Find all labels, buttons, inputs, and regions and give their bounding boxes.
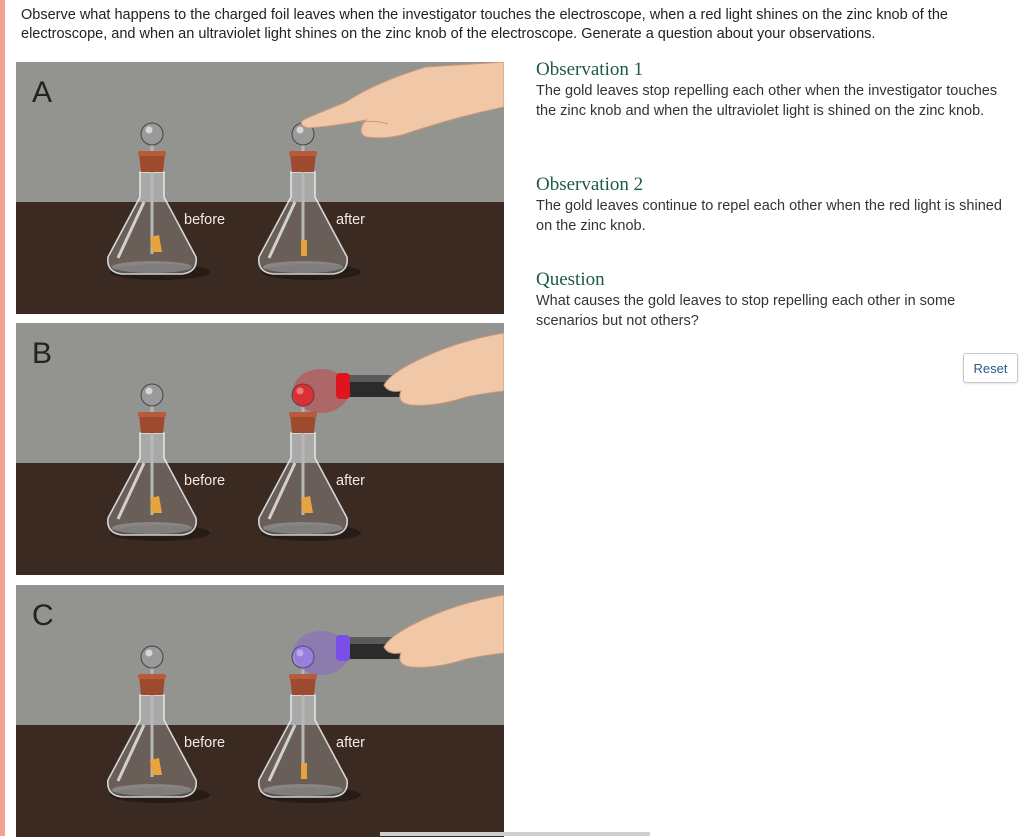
reset-button[interactable]: Reset	[963, 353, 1018, 383]
zinc-knob	[140, 383, 164, 407]
knob-highlight	[296, 126, 304, 134]
flask-base	[263, 784, 343, 796]
before-label: before	[184, 735, 226, 751]
gold-leaf-closed	[301, 240, 307, 256]
flask-base	[112, 522, 192, 534]
panel-letter: A	[32, 76, 53, 109]
question-block: Question What causes the gold leaves to …	[536, 269, 1016, 331]
after-label: after	[336, 473, 366, 489]
after-label: after	[336, 735, 366, 751]
flask-base	[112, 784, 192, 796]
question-text: What causes the gold leaves to stop repe…	[536, 293, 956, 329]
after-label: after	[336, 212, 366, 228]
scenario-illustration-a	[16, 62, 504, 314]
knob-highlight	[145, 387, 153, 395]
flask-base	[112, 261, 192, 273]
panel-letter: B	[32, 337, 53, 370]
before-label: before	[184, 212, 226, 228]
stopper-rim	[289, 151, 317, 156]
stopper-rim	[138, 674, 166, 679]
zinc-knob	[140, 645, 164, 669]
scenario-illustration-c	[16, 585, 504, 837]
before-label: before	[184, 473, 226, 489]
panel-letter: C	[32, 599, 54, 632]
flask-base	[263, 522, 343, 534]
scenario-panel-a: A before after	[16, 62, 504, 314]
observation-2: Observation 2 The gold leaves continue t…	[536, 174, 1016, 236]
zinc-knob	[140, 122, 164, 146]
horizontal-scrollbar[interactable]	[380, 832, 650, 836]
knob-highlight	[145, 126, 153, 134]
scenario-illustration-b	[16, 323, 504, 575]
observation-1-title: Observation 1	[536, 59, 644, 80]
stopper-rim	[138, 151, 166, 156]
instructions-text: Observe what happens to the charged foil…	[21, 7, 948, 42]
scenario-panel-c: C before after	[16, 585, 504, 837]
stopper-rim	[289, 674, 317, 679]
gold-leaf-closed	[301, 763, 307, 779]
knob-highlight	[145, 649, 153, 657]
left-accent-bar	[0, 0, 5, 836]
observation-1-text: The gold leaves stop repelling each othe…	[536, 83, 998, 119]
flask-base	[263, 261, 343, 273]
scenario-panel-b: B before after	[16, 323, 504, 575]
question-title: Question	[536, 269, 605, 290]
observation-2-text: The gold leaves continue to repel each o…	[536, 198, 1002, 234]
observation-1: Observation 1 The gold leaves stop repel…	[536, 59, 1016, 121]
stopper-rim	[289, 412, 317, 417]
stopper-rim	[138, 412, 166, 417]
observation-2-title: Observation 2	[536, 174, 644, 195]
